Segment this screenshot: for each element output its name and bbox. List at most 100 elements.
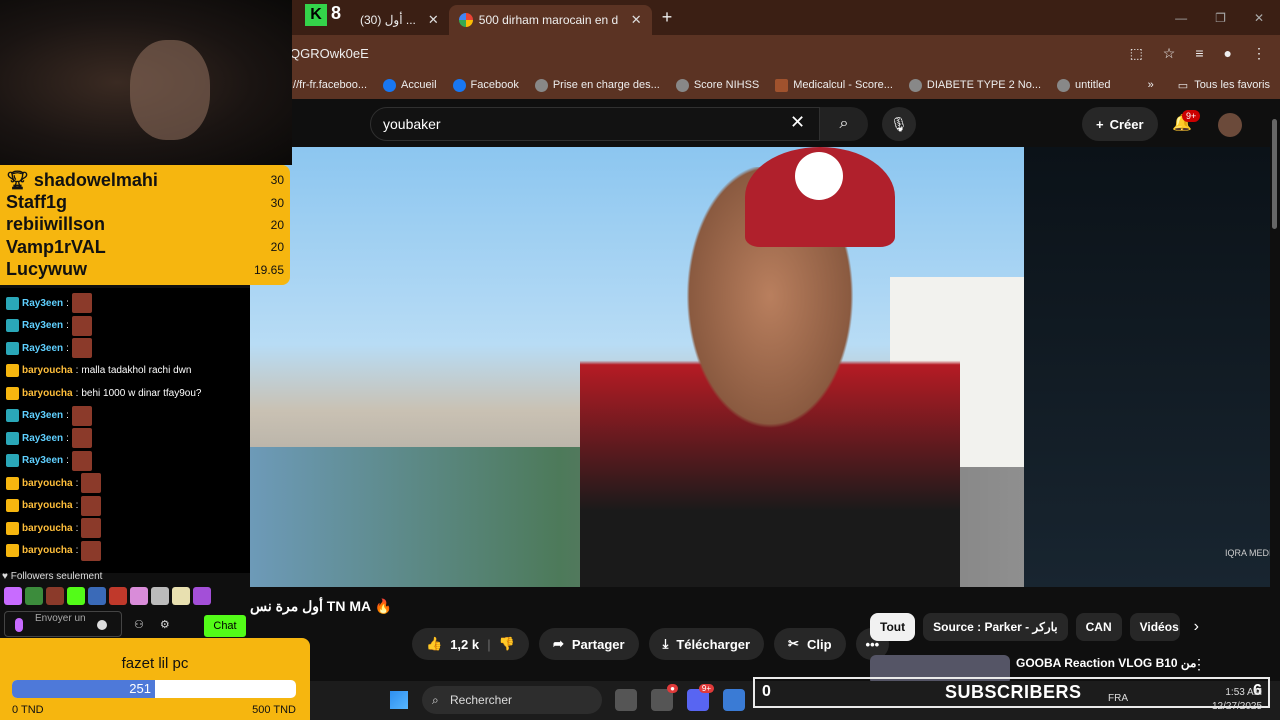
avatar[interactable] bbox=[1218, 113, 1242, 137]
discord-icon[interactable]: 9+ bbox=[687, 684, 714, 711]
thumbs-down-icon[interactable]: 👎 bbox=[499, 636, 515, 652]
chat-username[interactable]: baryoucha bbox=[22, 478, 73, 489]
bookmark-item[interactable]: Facebook bbox=[452, 78, 519, 92]
app-icon[interactable]: ● bbox=[651, 684, 678, 711]
tab-google[interactable]: 500 dirham marocain en dinar ✕ bbox=[448, 4, 652, 35]
chat-input[interactable]: Envoyer un bbox=[4, 611, 122, 637]
emote-icon[interactable] bbox=[193, 587, 211, 605]
url-text: QGROwk0eE bbox=[290, 45, 369, 61]
clock[interactable]: 1:53 AM 12/27/2025 bbox=[1212, 686, 1262, 714]
gear-icon[interactable]: ⚙ bbox=[160, 618, 170, 631]
clear-icon[interactable]: ✕ bbox=[790, 112, 805, 133]
media-icon[interactable]: ≡ bbox=[1195, 45, 1203, 62]
emote-icon[interactable] bbox=[46, 587, 64, 605]
bookmark-item[interactable]: untitled bbox=[1057, 78, 1111, 92]
share-button[interactable]: ➦ Partager bbox=[538, 628, 639, 660]
download-button[interactable]: ⤓ Télécharger bbox=[648, 628, 765, 660]
chat-separator: : bbox=[75, 387, 79, 399]
leaderboard-value: 20 bbox=[270, 240, 284, 255]
chat-panel: Ray3een: Ray3een: Ray3een: baryoucha: malla … bbox=[0, 288, 250, 573]
favorites-folder[interactable]: » ▭ Tous les favoris bbox=[1148, 71, 1270, 99]
globe-icon bbox=[675, 78, 689, 92]
emote-icon[interactable] bbox=[151, 587, 169, 605]
chevron-double-right-icon[interactable]: » bbox=[1148, 79, 1154, 91]
chat-username[interactable]: Ray3een bbox=[22, 320, 63, 331]
bookmark-item[interactable]: ://fr-fr.faceboo... bbox=[290, 79, 367, 91]
chip-can[interactable]: CAN bbox=[1075, 613, 1122, 641]
bookmark-item[interactable]: Score NIHSS bbox=[675, 78, 759, 92]
subs-left-count: 0 bbox=[762, 683, 771, 700]
search-input[interactable]: youbaker bbox=[370, 107, 820, 141]
tab-youtube[interactable]: (30) أول ... ✕ bbox=[350, 5, 449, 35]
chat-username[interactable]: baryoucha bbox=[22, 500, 73, 511]
bookmark-item[interactable]: Prise en charge des... bbox=[534, 78, 660, 92]
star-icon[interactable]: ☆ bbox=[1163, 45, 1176, 62]
address-bar[interactable]: QGROwk0eE ⬚ ☆ ≡ ● ⋮ bbox=[290, 35, 1280, 71]
chat-send-button[interactable]: Chat bbox=[204, 615, 246, 637]
followers-only-notice: ♥ Followers seulement bbox=[2, 571, 102, 582]
badge: 9+ bbox=[698, 684, 714, 693]
emote-icon[interactable] bbox=[109, 587, 127, 605]
emote-icon[interactable] bbox=[130, 587, 148, 605]
emote-icon[interactable] bbox=[88, 587, 106, 605]
emote-icon[interactable] bbox=[4, 587, 22, 605]
chip-source[interactable]: Source : Parker - باركر bbox=[923, 613, 1068, 641]
emote-icon[interactable] bbox=[67, 587, 85, 605]
heart-icon: ♥ bbox=[2, 571, 11, 582]
screen: (30) أول ... ✕ 500 dirham marocain en di… bbox=[0, 0, 1280, 720]
scrollbar[interactable] bbox=[1270, 99, 1280, 679]
scrollbar-thumb[interactable] bbox=[1272, 119, 1277, 229]
chat-username[interactable]: baryoucha bbox=[22, 523, 73, 534]
time: 1:53 AM bbox=[1225, 687, 1263, 698]
chat-username[interactable]: Ray3een bbox=[22, 455, 63, 466]
file-explorer-icon[interactable] bbox=[615, 689, 637, 711]
chat-username[interactable]: baryoucha bbox=[22, 365, 73, 376]
more-vert-icon[interactable]: ⋮ bbox=[1192, 656, 1206, 673]
bookmark-item[interactable]: Accueil bbox=[383, 78, 437, 92]
install-icon[interactable]: ⬚ bbox=[1130, 45, 1143, 62]
leader-name-text: shadowelmahi bbox=[33, 169, 158, 190]
create-button[interactable]: + Créer bbox=[1082, 107, 1158, 141]
chat-username[interactable]: baryoucha bbox=[22, 545, 73, 556]
bookmark-item[interactable]: DIABETE TYPE 2 No... bbox=[908, 78, 1041, 92]
chat-username[interactable]: baryoucha bbox=[22, 388, 73, 399]
taskbar-search[interactable]: ⌕ Rechercher bbox=[422, 686, 602, 714]
chat-username[interactable]: Ray3een bbox=[22, 343, 63, 354]
video-player[interactable] bbox=[250, 147, 1024, 587]
taskbar-apps: ● 9+ bbox=[615, 684, 745, 711]
chevron-right-icon[interactable]: › bbox=[1188, 613, 1205, 641]
chat-username[interactable]: Ray3een bbox=[22, 410, 63, 421]
close-icon[interactable]: ✕ bbox=[631, 12, 642, 28]
chip-tout[interactable]: Tout bbox=[870, 613, 916, 641]
chat-username[interactable]: Ray3een bbox=[22, 433, 63, 444]
emote-icon[interactable] bbox=[172, 587, 190, 605]
chat-username[interactable]: Ray3een bbox=[22, 298, 63, 309]
favorites-label: Tous les favoris bbox=[1194, 79, 1270, 91]
chat-separator: : bbox=[66, 432, 69, 444]
chat-separator: : bbox=[66, 342, 69, 354]
windows-start-icon[interactable] bbox=[390, 691, 408, 709]
close-icon[interactable]: ✕ bbox=[428, 12, 439, 28]
leaderboard-row: Staff1g 30 bbox=[6, 191, 284, 213]
donation-goal: fazet lil pc 251 0 TND 500 TND bbox=[0, 638, 310, 720]
chip-videos[interactable]: Vidéos bbox=[1129, 613, 1180, 641]
menu-icon[interactable]: ⋮ bbox=[1252, 45, 1266, 62]
rec-title[interactable]: GOOBA Reaction VLOG B10 من bbox=[1016, 656, 1196, 670]
like-button[interactable]: 👍 1,2 k | 👎 bbox=[412, 628, 529, 660]
users-icon[interactable]: ⚇ bbox=[134, 618, 144, 631]
plus-icon: + bbox=[1096, 116, 1104, 132]
mic-button[interactable]: 🎙 bbox=[882, 107, 916, 141]
search-button[interactable]: ⌕ bbox=[820, 107, 868, 141]
app-icon[interactable] bbox=[723, 689, 745, 711]
profile-icon[interactable]: ● bbox=[1224, 45, 1232, 62]
emote-icon[interactable] bbox=[25, 587, 43, 605]
bookmark-item[interactable]: Medicalcul - Score... bbox=[775, 78, 893, 92]
close-window-icon[interactable]: ✕ bbox=[1254, 11, 1264, 25]
clip-button[interactable]: ✂ Clip bbox=[774, 628, 846, 660]
emoji-icon[interactable] bbox=[97, 620, 107, 630]
minimize-icon[interactable]: — bbox=[1175, 11, 1187, 25]
language-indicator[interactable]: FRA bbox=[1108, 693, 1128, 704]
maximize-icon[interactable]: ❐ bbox=[1215, 11, 1226, 25]
new-tab-plus-icon[interactable]: + bbox=[662, 7, 673, 28]
emote-icon bbox=[81, 518, 102, 539]
